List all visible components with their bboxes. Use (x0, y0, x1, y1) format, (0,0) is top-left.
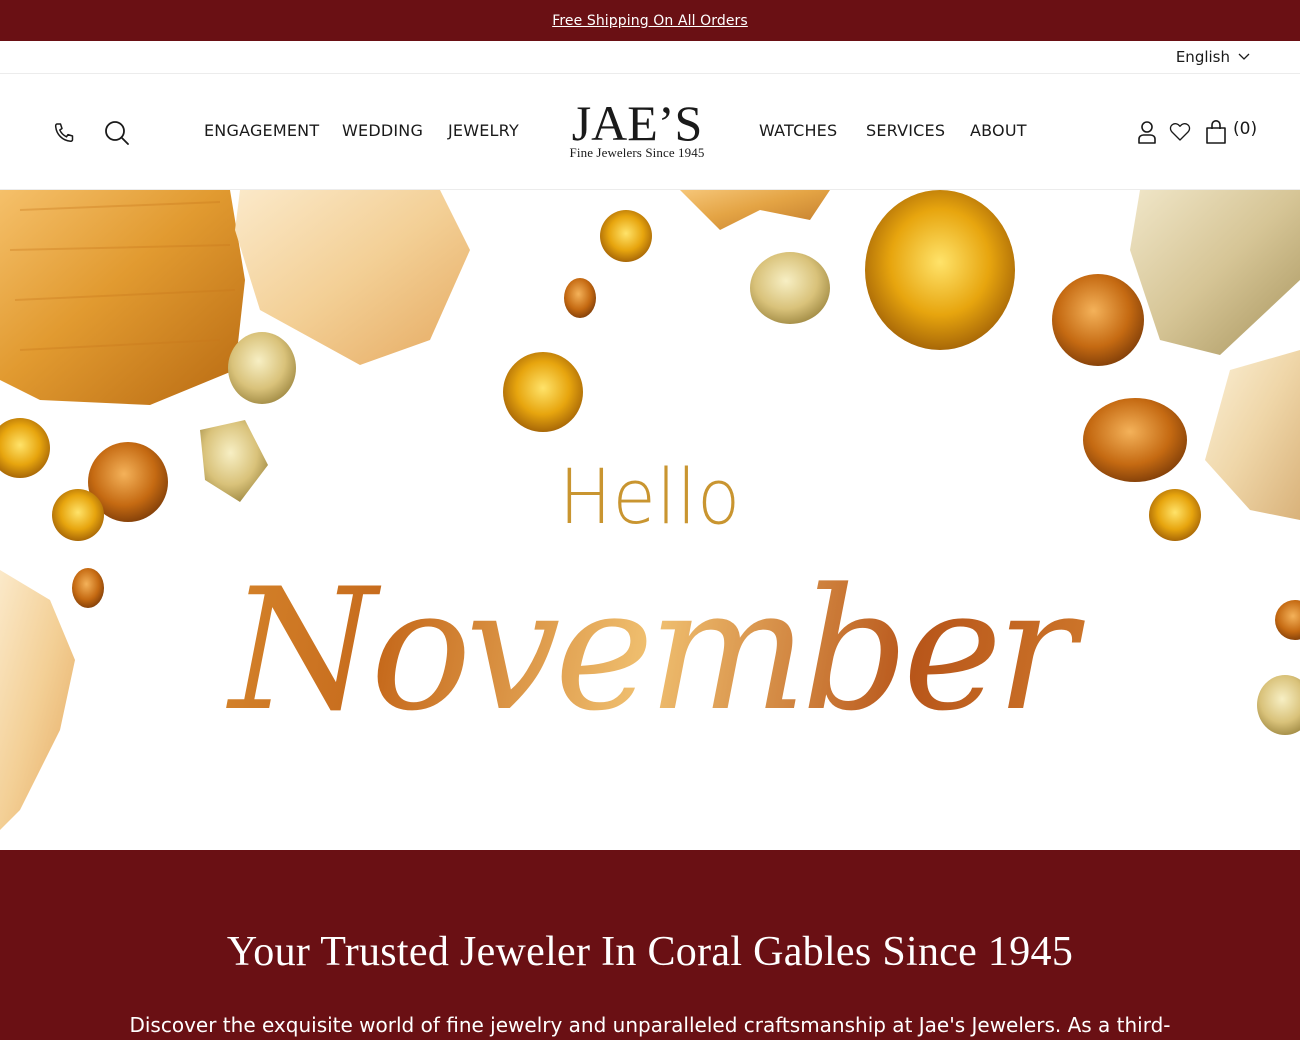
nav-watches[interactable]: WATCHES (759, 121, 837, 140)
user-icon (1138, 121, 1156, 144)
language-selector[interactable]: English (1176, 48, 1250, 66)
intro-section: Your Trusted Jeweler In Coral Gables Sin… (0, 850, 1300, 1040)
heart-icon (1169, 123, 1191, 141)
free-shipping-link[interactable]: Free Shipping On All Orders (552, 13, 748, 29)
account-button[interactable] (1135, 118, 1159, 146)
logo-name: JAE’S (571, 95, 703, 151)
hero-banner[interactable]: Hello November (0, 190, 1300, 850)
nav-jewelry[interactable]: JEWELRY (448, 121, 519, 140)
nav-engagement[interactable]: ENGAGEMENT (204, 121, 319, 140)
hero-november-text: November (0, 550, 1300, 750)
search-icon (105, 121, 129, 145)
logo-tagline: Fine Jewelers Since 1945 (569, 145, 705, 160)
announcement-bar: Free Shipping On All Orders (0, 0, 1300, 41)
nav-services[interactable]: SERVICES (866, 121, 945, 140)
chevron-down-icon (1238, 53, 1250, 60)
site-header: ENGAGEMENT WEDDING JEWELRY JAE’S Fine Je… (0, 74, 1300, 190)
search-button[interactable] (102, 118, 132, 148)
phone-button[interactable] (50, 119, 78, 147)
utility-bar: English (0, 41, 1300, 74)
language-label: English (1175, 48, 1230, 66)
nav-about[interactable]: ABOUT (970, 121, 1027, 140)
nav-wedding[interactable]: WEDDING (342, 121, 423, 140)
phone-icon (54, 123, 74, 143)
cart-button[interactable] (1204, 118, 1228, 146)
shopping-bag-icon (1206, 119, 1226, 144)
intro-heading: Your Trusted Jeweler In Coral Gables Sin… (226, 929, 1074, 975)
wishlist-button[interactable] (1168, 120, 1192, 144)
cart-count[interactable]: (0) (1233, 119, 1257, 139)
intro-paragraph: Discover the exquisite world of fine jew… (129, 1013, 1171, 1037)
site-logo[interactable]: JAE’S Fine Jewelers Since 1945 (556, 95, 718, 161)
hero-hello-text: Hello (559, 452, 741, 541)
